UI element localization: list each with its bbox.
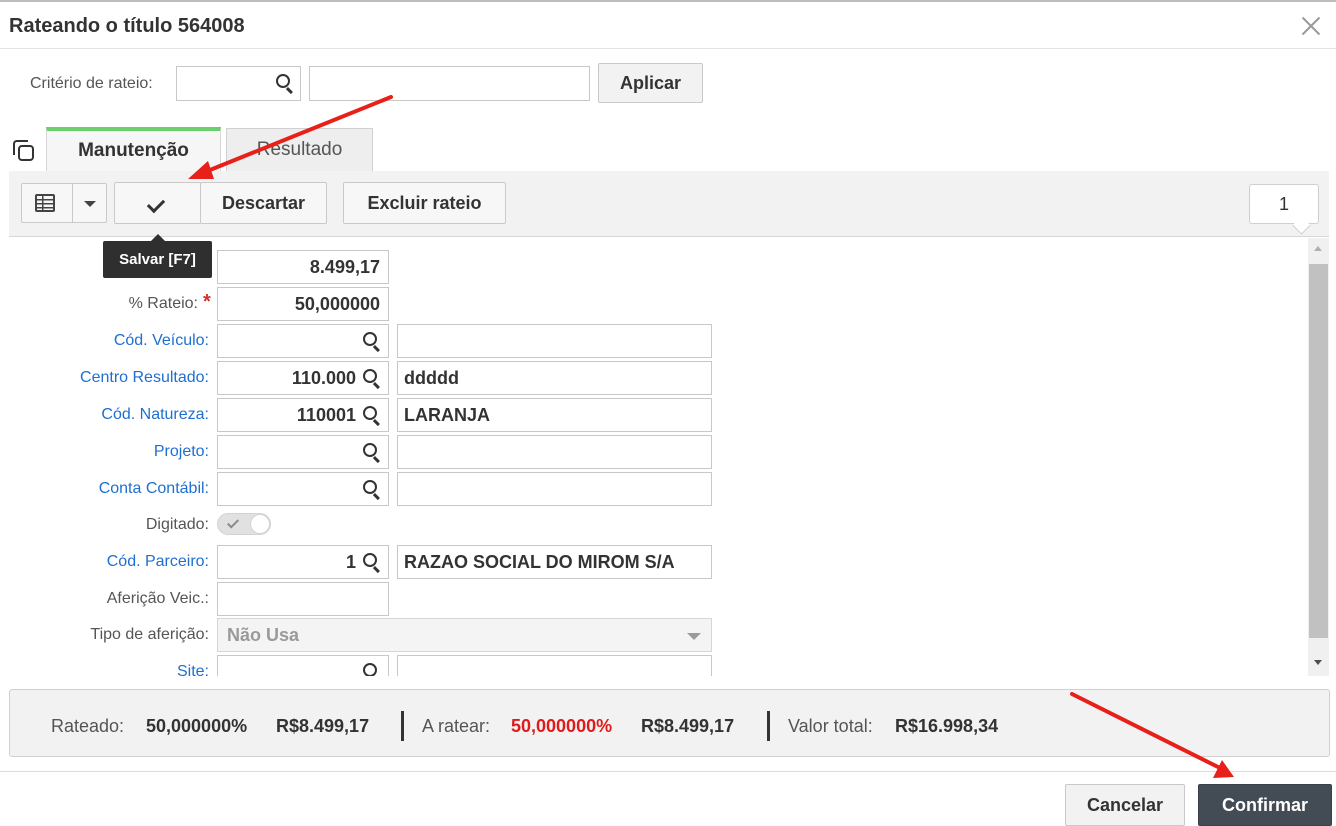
copy-icon[interactable] [13, 140, 37, 164]
parceiro-desc-input[interactable]: RAZAO SOCIAL DO MIROM S/A [397, 545, 712, 579]
check-icon [148, 196, 168, 210]
rateio-label: % Rateio: [128, 295, 198, 312]
chevron-down-icon [687, 633, 701, 640]
aratear-label: A ratear: [422, 716, 491, 736]
scrollbar-thumb[interactable] [1309, 264, 1328, 638]
valor-input[interactable]: 8.499,17 [217, 250, 389, 284]
aratear-value: R$8.499,17 [641, 716, 735, 736]
natureza-desc-input[interactable]: LARANJA [397, 398, 712, 432]
tab-manutencao[interactable]: Manutenção [46, 127, 221, 171]
criterio-code-input[interactable] [176, 66, 301, 101]
rateado-percent: 50,000000% [146, 716, 248, 736]
form-area: 8.499,17 % Rateio: * 50,000000 Cód. Veíc… [9, 238, 1305, 676]
summary-divider [401, 711, 404, 741]
tipo-afericao-label: Tipo de aferição: [90, 626, 209, 643]
aratear-percent: 50,000000% [511, 716, 613, 736]
rateado-value: R$8.499,17 [276, 716, 370, 736]
centro-resultado-label[interactable]: Centro Resultado: [80, 369, 209, 387]
record-counter[interactable]: 1 [1249, 184, 1319, 224]
save-tooltip: Salvar [F7] [103, 234, 212, 278]
search-icon[interactable] [362, 479, 382, 500]
centro-resultado-code-input[interactable]: 110.000 [217, 361, 389, 395]
close-icon[interactable] [1298, 13, 1324, 39]
apply-button[interactable]: Aplicar [598, 63, 703, 103]
digitado-toggle[interactable] [217, 513, 271, 535]
search-icon[interactable] [362, 552, 382, 573]
conta-contabil-desc-input[interactable] [397, 472, 712, 506]
veiculo-label[interactable]: Cód. Veículo: [114, 332, 209, 350]
site-desc-input[interactable] [397, 655, 712, 676]
discard-button[interactable]: Descartar [200, 182, 327, 224]
conta-contabil-code-input[interactable] [217, 472, 389, 506]
total-value: R$16.998,34 [895, 716, 999, 736]
search-icon[interactable] [362, 368, 382, 389]
check-icon [226, 516, 240, 529]
scroll-up-icon[interactable] [1314, 246, 1322, 251]
projeto-code-input[interactable] [217, 435, 389, 469]
conta-contabil-label[interactable]: Conta Contábil: [99, 480, 209, 498]
projeto-label[interactable]: Projeto: [154, 443, 209, 461]
search-icon[interactable] [362, 442, 382, 463]
centro-resultado-desc-input[interactable]: ddddd [397, 361, 712, 395]
natureza-code-input[interactable]: 110001 [217, 398, 389, 432]
tipo-afericao-select[interactable]: Não Usa [217, 618, 712, 652]
search-icon[interactable] [362, 331, 382, 352]
search-icon[interactable] [362, 662, 382, 676]
chevron-down-icon[interactable] [84, 201, 96, 207]
summary-divider [767, 711, 770, 741]
cancel-button[interactable]: Cancelar [1065, 784, 1185, 826]
summary-bar: Rateado: 50,000000% R$8.499,17 A ratear:… [9, 689, 1330, 757]
digitado-label: Digitado: [145, 516, 209, 533]
save-button[interactable] [114, 182, 201, 224]
search-icon[interactable] [275, 73, 295, 94]
parceiro-label[interactable]: Cód. Parceiro: [107, 553, 209, 571]
search-icon[interactable] [362, 405, 382, 426]
criterio-description-input[interactable] [309, 66, 590, 101]
grid-view-toggle[interactable] [21, 183, 107, 223]
total-label: Valor total: [788, 716, 873, 736]
site-label[interactable]: Site: [177, 663, 209, 676]
vertical-scrollbar[interactable] [1308, 238, 1329, 676]
footer-divider [0, 771, 1336, 772]
criterio-label: Critério de rateio: [30, 75, 153, 92]
delete-rateio-button[interactable]: Excluir rateio [343, 182, 506, 224]
dialog-title: Rateando o título 564008 [9, 15, 245, 37]
rateado-label: Rateado: [51, 716, 125, 736]
grid-icon[interactable] [35, 194, 55, 212]
tab-resultado[interactable]: Resultado [226, 128, 373, 171]
afericao-veic-label: Aferição Veic.: [106, 590, 209, 607]
natureza-label[interactable]: Cód. Natureza: [101, 406, 209, 424]
confirm-button[interactable]: Confirmar [1198, 784, 1332, 826]
site-code-input[interactable] [217, 655, 389, 676]
veiculo-desc-input[interactable] [397, 324, 712, 358]
rateio-input[interactable]: 50,000000 [217, 287, 389, 321]
projeto-desc-input[interactable] [397, 435, 712, 469]
required-icon: * [203, 291, 211, 313]
toolbar: Descartar Excluir rateio 1 [9, 171, 1329, 237]
dialog-header: Rateando o título 564008 [0, 2, 1336, 49]
parceiro-code-input[interactable]: 1 [217, 545, 389, 579]
afericao-veic-input[interactable] [217, 582, 389, 616]
scroll-down-icon[interactable] [1314, 660, 1322, 665]
veiculo-code-input[interactable] [217, 324, 389, 358]
